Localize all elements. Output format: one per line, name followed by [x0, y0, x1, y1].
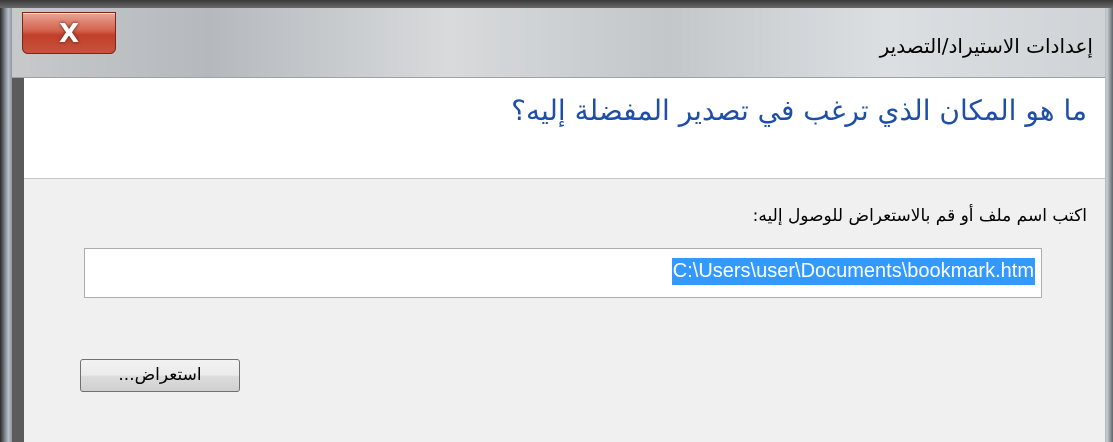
path-prompt-label: اكتب اسم ملف أو قم بالاستعراض للوصول إلي… [752, 206, 1087, 226]
file-path-value: C:\Users\user\Documents\bookmark.htm [671, 258, 1035, 285]
wizard-header: ما هو المكان الذي ترغب في تصدير المفضلة … [24, 78, 1105, 179]
window-frame-left [0, 8, 12, 442]
wizard-content: اكتب اسم ملف أو قم بالاستعراض للوصول إلي… [24, 179, 1105, 442]
window-frame-top [0, 0, 1113, 8]
window-title: إعدادات الاستيراد/التصدير [879, 34, 1093, 58]
browse-button[interactable]: استعراض... [80, 359, 240, 392]
close-icon: X [58, 19, 80, 49]
title-bar[interactable]: X إعدادات الاستيراد/التصدير [12, 8, 1105, 78]
file-path-input[interactable]: C:\Users\user\Documents\bookmark.htm [84, 248, 1042, 298]
page-title: ما هو المكان الذي ترغب في تصدير المفضلة … [511, 94, 1087, 127]
close-button[interactable]: X [22, 12, 116, 54]
browse-button-label: استعراض... [118, 365, 202, 385]
